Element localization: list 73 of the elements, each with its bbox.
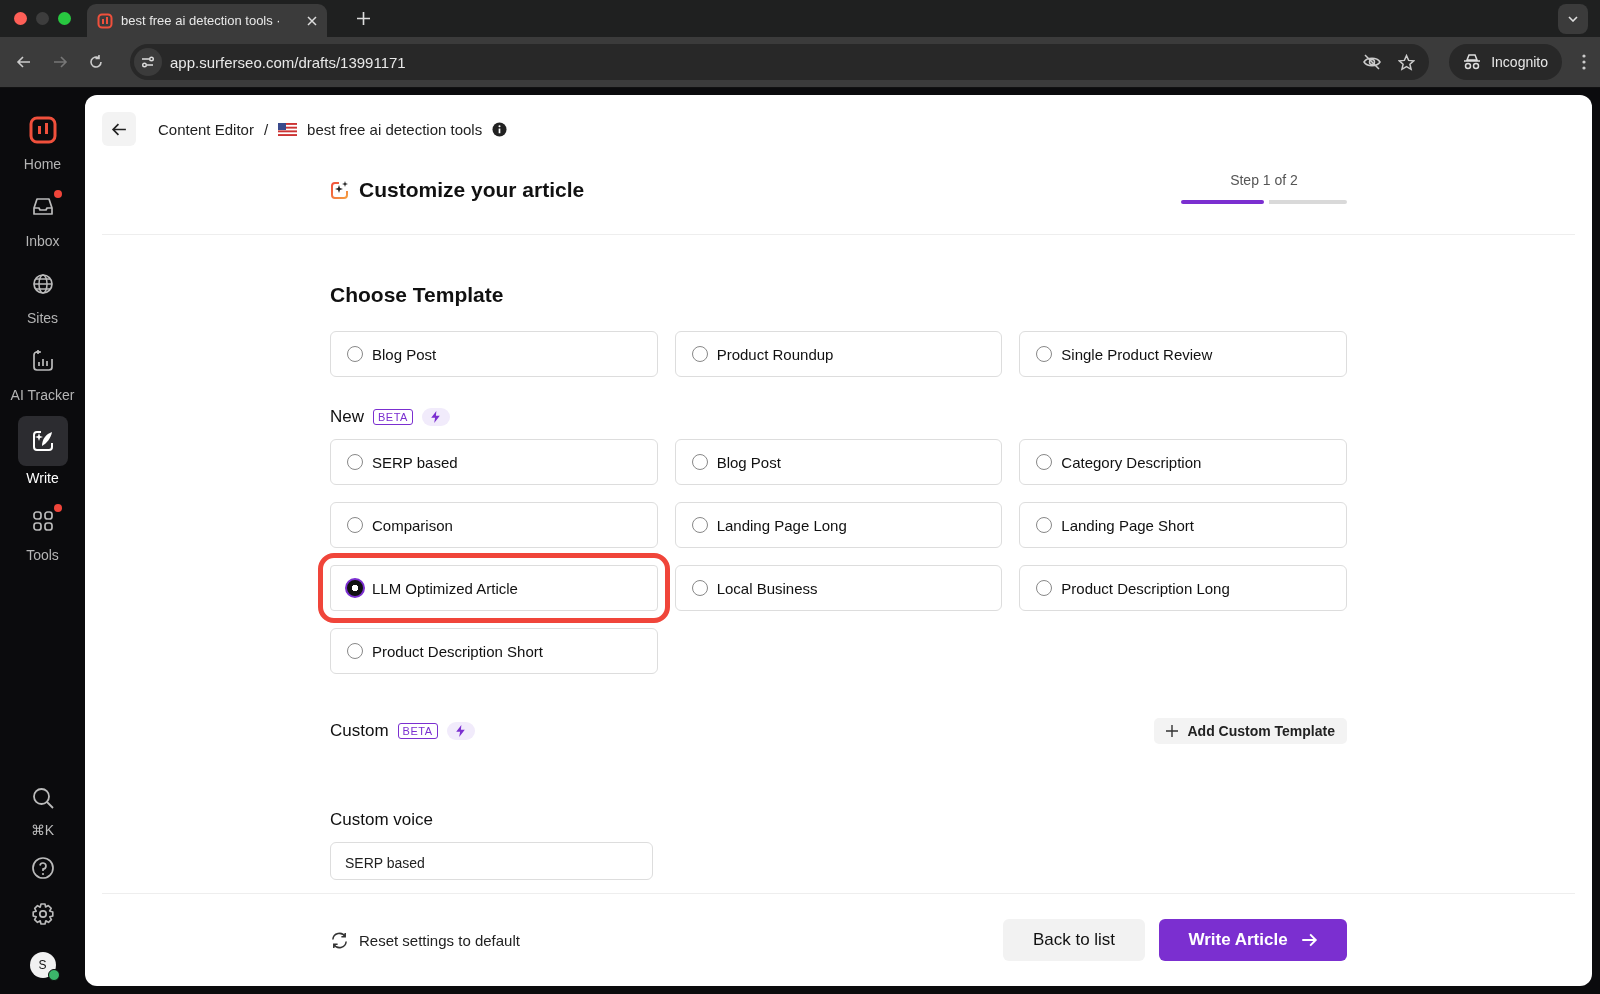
close-window-control[interactable]	[14, 12, 27, 25]
template-option[interactable]: Product Roundup	[674, 331, 1003, 377]
menu-icon[interactable]	[1582, 54, 1586, 70]
back-button[interactable]	[102, 112, 136, 146]
eye-slash-icon[interactable]	[1362, 54, 1383, 70]
tab-title: best free ai detection tools ·	[121, 13, 282, 28]
sidebar-item[interactable]: Tools	[5, 499, 80, 563]
template-option[interactable]: Comparison	[330, 502, 658, 548]
incognito-icon	[1463, 54, 1482, 70]
section-title: Custom voice	[330, 810, 433, 830]
shortcut-label: ⌘K	[30, 822, 55, 838]
beta-tag: BETA	[397, 723, 438, 739]
breadcrumb-current: best free ai detection tools	[307, 120, 483, 138]
incognito-button[interactable]: Incognito	[1449, 44, 1562, 80]
radio-button[interactable]	[345, 578, 365, 598]
section-title: Choose Template	[330, 283, 504, 307]
forward-icon[interactable]	[52, 54, 68, 70]
breadcrumb-separator: /	[263, 120, 269, 138]
close-icon[interactable]	[307, 15, 317, 26]
back-icon[interactable]	[16, 54, 32, 70]
template-option[interactable]: Blog Post	[674, 439, 1003, 485]
page-title: Customize your article	[359, 178, 585, 202]
template-option[interactable]: Local Business	[674, 565, 1003, 611]
lightning-icon	[446, 722, 475, 740]
lightning-icon	[421, 408, 450, 426]
info-icon[interactable]	[492, 121, 508, 137]
new-tab-icon[interactable]	[357, 12, 370, 25]
maximize-window-control[interactable]	[58, 12, 71, 25]
flag-icon	[278, 122, 298, 136]
refresh-icon	[330, 930, 349, 950]
edit-icon	[30, 429, 55, 453]
help-icon[interactable]	[30, 856, 55, 880]
reset-button[interactable]: Reset settings to default	[330, 930, 520, 950]
section-title: New	[330, 407, 364, 427]
star-icon[interactable]	[1398, 53, 1416, 71]
sidebar-item[interactable]: Home	[5, 108, 80, 172]
address-bar[interactable]: app.surferseo.com/drafts/13991171	[130, 44, 1430, 80]
grid-icon	[30, 509, 55, 533]
browser-tab[interactable]: best free ai detection tools ·	[87, 4, 327, 37]
template-option[interactable]: Single Product Review	[1019, 331, 1347, 377]
template-option[interactable]: Blog Post	[330, 331, 658, 377]
logo-icon	[97, 12, 113, 29]
template-option[interactable]: Landing Page Long	[674, 502, 1003, 548]
chart-icon	[30, 349, 55, 373]
template-option[interactable]: SERP based	[330, 439, 658, 485]
sparkle-icon	[330, 180, 350, 200]
plus-icon	[1166, 725, 1179, 737]
reload-icon[interactable]	[88, 54, 104, 70]
logo-icon	[28, 116, 57, 144]
template-option[interactable]: Landing Page Short	[1019, 502, 1347, 548]
voice-dropdown[interactable]: SERP based	[330, 842, 653, 880]
settings-icon[interactable]	[30, 902, 55, 926]
add-custom-template-button[interactable]: Add Custom Template	[1154, 718, 1347, 744]
sidebar-item[interactable]: Inbox	[5, 185, 80, 249]
beta-tag: BETA	[373, 409, 413, 425]
site-settings-icon[interactable]	[140, 54, 156, 70]
sidebar-item[interactable]: Sites	[5, 262, 80, 326]
tab-search-button[interactable]	[1558, 3, 1588, 34]
back-to-list-button[interactable]: Back to list	[1003, 919, 1145, 961]
breadcrumb-link[interactable]: Content Editor	[158, 120, 254, 138]
globe-icon	[30, 272, 55, 296]
chevron-down-icon	[1568, 15, 1578, 22]
search-icon[interactable]	[30, 786, 55, 810]
section-title: Custom	[330, 721, 389, 741]
template-option[interactable]: Product Description Long	[1019, 565, 1347, 611]
template-option[interactable]: Product Description Short	[330, 628, 658, 674]
template-option[interactable]: Category Description	[1019, 439, 1347, 485]
step-label: Step 1 of 2	[1230, 172, 1298, 188]
write-article-button[interactable]: Write Article	[1159, 919, 1347, 961]
sidebar-item[interactable]: Write	[5, 416, 80, 486]
url-text: app.surferseo.com/drafts/13991171	[170, 53, 406, 71]
arrow-right-icon	[1299, 931, 1318, 949]
sidebar-item[interactable]: AI Tracker	[5, 339, 80, 403]
